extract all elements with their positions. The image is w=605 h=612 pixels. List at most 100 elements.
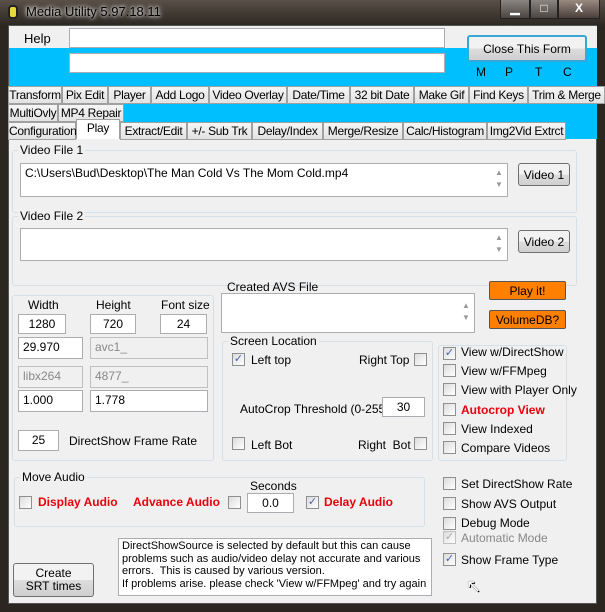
display-audio-checkbox[interactable]	[19, 496, 32, 509]
font-size-input[interactable]: 24	[160, 314, 207, 334]
video-file-1-input[interactable]: C:\Users\Bud\Desktop\The Man Cold Vs The…	[20, 163, 508, 197]
tab-delay-index[interactable]: Delay/Index	[252, 122, 323, 140]
debug-mode-label: Debug Mode	[461, 516, 530, 530]
tab-calc-histogram[interactable]: Calc/Histogram	[403, 122, 487, 140]
close-form-button[interactable]: Close This Form	[467, 35, 587, 62]
font-size-label: Font size	[161, 298, 210, 312]
compare-videos-checkbox[interactable]	[443, 441, 456, 454]
status-field-1[interactable]	[69, 28, 445, 48]
tab-make-gif[interactable]: Make Gif	[414, 86, 469, 104]
view-indexed-label: View Indexed	[461, 422, 533, 436]
tab-transform[interactable]: Transform	[8, 86, 62, 104]
display-audio-label: Display Audio	[38, 495, 118, 509]
codec-out-field: libx264	[18, 366, 83, 388]
tab-date-time[interactable]: Date/Time	[287, 86, 350, 104]
delay-audio-checkbox[interactable]: ✓	[306, 496, 319, 509]
show-avs-output-checkbox[interactable]	[443, 497, 456, 510]
delay-audio-label: Delay Audio	[324, 495, 393, 509]
status-field-2[interactable]	[69, 53, 445, 73]
video-file-2-label: Video File 2	[18, 209, 86, 223]
automatic-mode-label: Automatic Mode	[461, 531, 548, 545]
avs-file-input[interactable]	[221, 293, 475, 333]
help-menu[interactable]: Help	[24, 31, 51, 46]
right-top-checkbox[interactable]	[414, 353, 427, 366]
tab-multiovly[interactable]: MultiOvly	[8, 104, 58, 122]
left-bot-checkbox[interactable]	[232, 437, 245, 450]
left-top-label: Left top	[251, 353, 292, 367]
video-2-button[interactable]: Video 2	[518, 230, 570, 253]
scroll-arrows-icon[interactable]: ▲ ▼	[492, 232, 506, 256]
set-ds-rate-label: Set DirectShow Rate	[461, 477, 573, 491]
minimize-button[interactable]: ▁	[500, 0, 530, 19]
ds-rate-label: DirectShow Frame Rate	[69, 434, 198, 448]
width-input[interactable]: 1280	[18, 314, 66, 334]
par-input[interactable]: 1.000	[18, 390, 83, 412]
app-icon	[8, 5, 18, 19]
view-ffmpeg-label: View w/FFMpeg	[461, 364, 547, 378]
play-it-button[interactable]: Play it!	[489, 281, 566, 300]
tab-sub-trk[interactable]: +/- Sub Trk	[187, 122, 252, 140]
advance-audio-label: Advance Audio	[133, 495, 220, 509]
video-file-2-input[interactable]	[20, 228, 508, 261]
codec-in-field: avc1_	[90, 337, 208, 359]
set-ds-rate-checkbox[interactable]	[443, 477, 456, 490]
height-input[interactable]: 720	[90, 314, 136, 334]
tab-configuration[interactable]: Configuration	[8, 122, 77, 140]
view-ffmpeg-checkbox[interactable]	[443, 364, 456, 377]
window-title: Media Utility 5.97.18.11	[26, 4, 161, 19]
move-audio-label: Move Audio	[20, 470, 87, 484]
right-bot-label: Right Bot	[358, 438, 411, 452]
close-window-button[interactable]: X	[558, 0, 600, 19]
autocrop-threshold-label: AutoCrop Threshold (0-255)	[240, 402, 390, 416]
autocrop-threshold-input[interactable]: 30	[382, 397, 425, 417]
tab-player[interactable]: Player	[108, 86, 151, 104]
tab-add-logo[interactable]: Add Logo	[151, 86, 209, 104]
volumedb-button[interactable]: VolumeDB?	[489, 310, 566, 329]
left-top-checkbox[interactable]: ✓	[232, 353, 245, 366]
info-text: DirectShowSource is selected by default …	[118, 538, 432, 596]
view-indexed-checkbox[interactable]	[443, 422, 456, 435]
tab-video-overlay[interactable]: Video Overlay	[209, 86, 287, 104]
view-player-only-checkbox[interactable]	[443, 383, 456, 396]
tab-32bit-date[interactable]: 32 bit Date	[350, 86, 414, 104]
bitrate-field: 4877_	[90, 366, 208, 388]
seconds-input[interactable]: 0.0	[247, 493, 294, 513]
video-1-button[interactable]: Video 1	[518, 163, 570, 186]
create-srt-button[interactable]: Create SRT times	[13, 563, 94, 597]
automatic-mode-checkbox: ✓	[443, 531, 456, 544]
screen-location-label: Screen Location	[228, 334, 319, 348]
view-directshow-checkbox[interactable]: ✓	[443, 347, 456, 360]
tab-img2vid[interactable]: Img2Vid Extrct	[487, 122, 566, 140]
tab-extract-edit[interactable]: Extract/Edit	[120, 122, 187, 140]
flag-m: M	[476, 65, 486, 79]
right-top-label: Right Top	[359, 353, 410, 367]
seconds-label: Seconds	[250, 479, 297, 493]
mouse-cursor-icon: ↖	[466, 576, 482, 596]
show-frame-type-label: Show Frame Type	[461, 553, 559, 567]
height-label: Height	[96, 298, 131, 312]
maximize-button[interactable]: □	[530, 0, 558, 19]
left-bot-label: Left Bot	[251, 438, 293, 452]
autocrop-view-label: Autocrop View	[461, 403, 545, 417]
tab-play[interactable]: Play	[76, 119, 120, 139]
scroll-arrows-icon[interactable]: ▲ ▼	[492, 167, 506, 191]
tab-trim-merge[interactable]: Trim & Merge	[528, 86, 605, 104]
flag-p: P	[505, 65, 514, 79]
video-file-1-label: Video File 1	[18, 143, 86, 157]
autocrop-view-checkbox[interactable]	[443, 403, 456, 416]
width-label: Width	[28, 298, 59, 312]
tab-find-keys[interactable]: Find Keys	[469, 86, 528, 104]
scroll-arrows-icon[interactable]: ▲ ▼	[459, 300, 473, 324]
debug-mode-checkbox[interactable]	[443, 517, 456, 530]
tab-merge-resize[interactable]: Merge/Resize	[323, 122, 403, 140]
ds-rate-input[interactable]: 25	[18, 430, 59, 451]
right-bot-checkbox[interactable]	[414, 437, 427, 450]
show-avs-output-label: Show AVS Output	[461, 497, 557, 511]
view-player-only-label: View with Player Only	[461, 383, 577, 397]
advance-audio-checkbox[interactable]	[228, 496, 241, 509]
dar-input[interactable]: 1.778	[90, 390, 208, 412]
show-frame-type-checkbox[interactable]: ✓	[443, 553, 456, 566]
fps-input[interactable]: 29.970	[18, 337, 83, 359]
tab-pix-edit[interactable]: Pix Edit	[62, 86, 108, 104]
avs-file-label: Created AVS File	[227, 280, 319, 294]
